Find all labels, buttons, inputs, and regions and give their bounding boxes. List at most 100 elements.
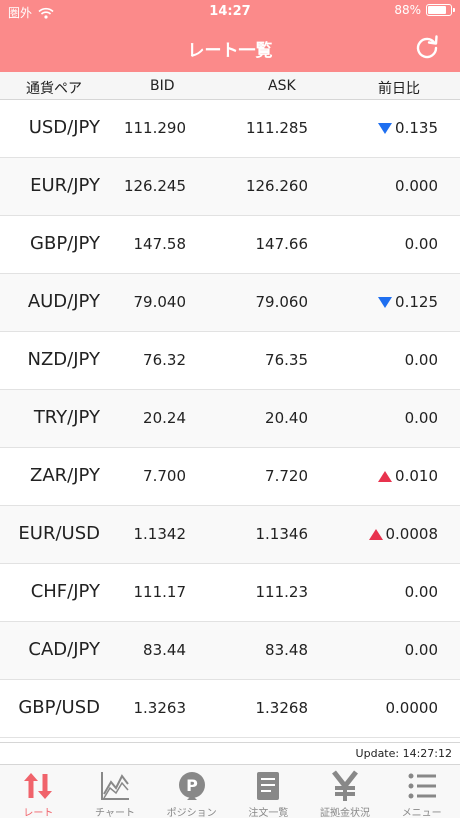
currency-pair: ZAR/JPY	[30, 465, 100, 486]
svg-text:P: P	[186, 776, 198, 795]
change-value: 0.00	[404, 409, 438, 427]
currency-pair: GBP/USD	[18, 697, 100, 718]
currency-pair: CHF/JPY	[30, 581, 100, 602]
currency-pair: NZD/JPY	[27, 349, 100, 370]
tab-order-list[interactable]: 注文一覧	[230, 765, 307, 818]
rate-row[interactable]: EUR/USD 1.1342 1.1346 0.0008	[0, 506, 460, 564]
tab-label: 証拠金状況	[320, 808, 371, 818]
tab-rate-arrows[interactable]: レート	[0, 765, 77, 818]
currency-pair: GBP/JPY	[30, 233, 100, 254]
currency-pair: CAD/JPY	[28, 639, 100, 660]
bid-value: 83.44	[143, 641, 186, 659]
chart-icon	[101, 772, 129, 800]
position-icon: P	[178, 772, 205, 800]
tab-label: ポジション	[166, 808, 217, 818]
tab-label: メニュー	[401, 808, 442, 818]
currency-pair: AUD/JPY	[27, 291, 100, 312]
bid-value: 126.245	[123, 177, 186, 195]
bid-value: 1.1342	[133, 525, 187, 543]
tab-menu[interactable]: メニュー	[383, 765, 460, 818]
bid-value: 1.3263	[133, 699, 187, 717]
rate-row[interactable]: CHF/JPY 111.17 111.23 0.00	[0, 564, 460, 622]
currency-pair: USD/JPY	[28, 117, 100, 138]
update-bar: Update: 14:27:12	[0, 742, 460, 764]
update-time: Update: 14:27:12	[355, 747, 452, 760]
tab-label: レート	[23, 808, 54, 818]
bid-value: 79.040	[133, 293, 187, 311]
ask-value: 111.23	[255, 583, 309, 601]
change-cell: 0.010	[378, 467, 438, 485]
up-triangle-icon	[378, 470, 393, 482]
ask-value: 83.48	[265, 641, 308, 659]
column-header: 通貨ペア BID ASK 前日比	[0, 72, 460, 100]
refresh-icon[interactable]	[414, 34, 440, 60]
change-value: 0.135	[395, 119, 438, 137]
ask-value: 111.285	[245, 119, 308, 137]
column-change: 前日比	[378, 81, 420, 97]
change-cell: 0.0008	[368, 525, 439, 543]
tab-bar: レート チャート P ポジション 注文一覧 証拠金状況 メニュー	[0, 764, 460, 818]
change-cell: 0.00	[405, 409, 438, 427]
battery-status: 88%	[394, 3, 455, 17]
rate-row[interactable]: TRY/JPY 20.24 20.40 0.00	[0, 390, 460, 448]
battery-percent: 88%	[394, 3, 421, 17]
battery-level	[428, 6, 447, 14]
rate-row[interactable]: NZD/JPY 76.32 76.35 0.00	[0, 332, 460, 390]
rate-row[interactable]: USD/JPY 111.290 111.285 0.135	[0, 100, 460, 158]
change-cell: 0.0000	[386, 699, 439, 717]
change-cell: 0.00	[405, 583, 438, 601]
tab-yen[interactable]: 証拠金状況	[307, 765, 384, 818]
ask-value: 1.3268	[255, 699, 309, 717]
change-value: 0.00	[404, 235, 438, 253]
change-cell: 0.00	[405, 235, 438, 253]
change-cell: 0.135	[378, 119, 438, 137]
ask-value: 147.66	[255, 235, 309, 253]
change-value: 0.00	[404, 351, 438, 369]
menu-icon	[408, 773, 436, 799]
change-cell: 0.125	[378, 293, 438, 311]
column-ask: ASK	[268, 78, 296, 94]
ask-value: 76.35	[265, 351, 308, 369]
bid-value: 111.17	[133, 583, 187, 601]
change-value: 0.125	[395, 293, 438, 311]
ask-value: 1.1346	[255, 525, 309, 543]
ask-value: 20.40	[265, 409, 308, 427]
rate-row[interactable]: EUR/JPY 126.245 126.260 0.000	[0, 158, 460, 216]
rate-row[interactable]: GBP/USD 1.3263 1.3268 0.0000	[0, 680, 460, 738]
bid-value: 7.700	[143, 467, 186, 485]
column-pair: 通貨ペア	[26, 81, 82, 97]
change-value: 0.00	[404, 583, 438, 601]
ask-value: 7.720	[265, 467, 308, 485]
rate-arrows-icon	[24, 773, 53, 799]
change-cell: 0.00	[405, 641, 438, 659]
tab-position[interactable]: P ポジション	[153, 765, 230, 818]
bid-value: 111.290	[123, 119, 186, 137]
tab-chart[interactable]: チャート	[77, 765, 154, 818]
change-cell: 0.00	[405, 351, 438, 369]
rate-row[interactable]: GBP/JPY 147.58 147.66 0.00	[0, 216, 460, 274]
yen-icon	[332, 770, 358, 801]
battery-icon	[426, 4, 455, 16]
ask-value: 126.260	[245, 177, 308, 195]
status-bar: 圏外 14:27 88%	[0, 0, 460, 22]
down-triangle-icon	[378, 122, 393, 134]
order-list-icon	[257, 772, 280, 800]
currency-pair: TRY/JPY	[33, 407, 100, 428]
rate-row[interactable]: AUD/JPY 79.040 79.060 0.125	[0, 274, 460, 332]
ask-value: 79.060	[255, 293, 309, 311]
change-value: 0.0008	[385, 525, 439, 543]
rate-row[interactable]: CAD/JPY 83.44 83.48 0.00	[0, 622, 460, 680]
up-triangle-icon	[368, 528, 383, 540]
rate-row[interactable]: ZAR/JPY 7.700 7.720 0.010	[0, 448, 460, 506]
app-header: 圏外 14:27 88% レート一覧	[0, 0, 460, 72]
change-value: 0.010	[395, 467, 438, 485]
change-value: 0.00	[404, 641, 438, 659]
bid-value: 147.58	[133, 235, 187, 253]
change-value: 0.000	[395, 177, 438, 195]
currency-pair: EUR/USD	[18, 523, 100, 544]
down-triangle-icon	[378, 296, 393, 308]
bid-value: 20.24	[143, 409, 186, 427]
tab-label: 注文一覧	[248, 808, 289, 818]
currency-pair: EUR/JPY	[30, 175, 100, 196]
page-title: レート一覧	[187, 41, 273, 61]
